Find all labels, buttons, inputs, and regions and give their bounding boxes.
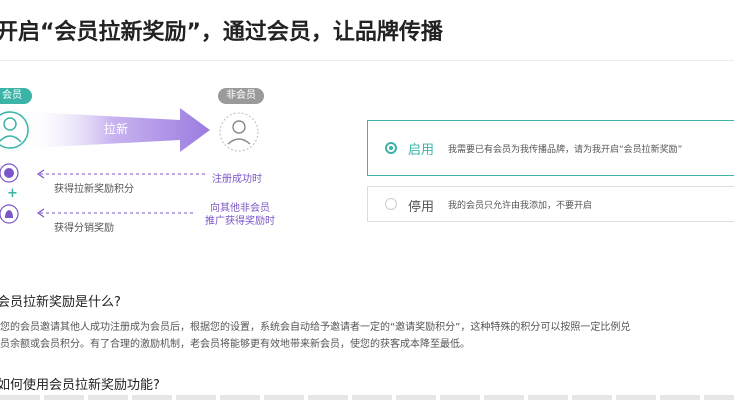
enable-label: 启用 [408, 143, 435, 158]
member-tag: 会员 [0, 88, 32, 104]
faq-question-what: 会员拉新奖励是什么? [0, 295, 121, 310]
enable-option[interactable]: 启用 我需要已有会员为我传播品牌，请为我开启“会员拉新奖励” [367, 120, 734, 176]
cropped-text-line [0, 395, 734, 400]
gain-distribution-label: 获得分销奖励 [54, 223, 114, 234]
points-coin-icon [0, 163, 19, 183]
invite-label-line1: 向其他非会员 [210, 203, 270, 214]
faq-answer-line2: 员余额或会员积分。有了合理的激励机制，老会员将能够更有效地带来新会员，使您的获客… [0, 339, 470, 350]
disable-description: 我的会员只允许由我添加，不要开启 [448, 201, 593, 211]
member-referral-diagram: 会员 非会员 拉新 注册成功时 向其他非会员 推广获得奖励时 获得拉新奖励积分 … [0, 62, 360, 242]
diagram-graphics [0, 104, 259, 224]
plus-sign: + [7, 186, 18, 201]
nonmember-avatar-icon [219, 112, 259, 152]
referral-arrow-label: 拉新 [104, 122, 129, 136]
invite-label: 向其他非会员 推广获得奖励时 [200, 202, 280, 228]
faq-question-how: 如何使用会员拉新奖励功能? [0, 378, 160, 393]
gain-points-label: 获得拉新奖励积分 [54, 184, 134, 195]
invite-label-line2: 推广获得奖励时 [205, 216, 275, 227]
disable-option[interactable]: 停用 我的会员只允许由我添加，不要开启 [367, 186, 734, 222]
enable-radio[interactable] [385, 142, 397, 154]
nonmember-tag: 非会员 [218, 88, 264, 104]
disable-radio[interactable] [385, 198, 397, 210]
faq-answer-line1: 您的会员邀请其他人成功注册成为会员后，根据您的设置，系统会自动给予邀请者一定的“… [0, 322, 631, 333]
enable-description: 我需要已有会员为我传播品牌，请为我开启“会员拉新奖励” [448, 145, 683, 155]
title-divider [0, 60, 734, 61]
money-bag-icon [0, 204, 19, 224]
disable-label: 停用 [408, 200, 435, 215]
registered-label: 注册成功时 [212, 174, 262, 185]
member-avatar-icon [0, 104, 36, 156]
page-title: 开启“会员拉新奖励”，通过会员，让品牌传播 [0, 20, 443, 45]
